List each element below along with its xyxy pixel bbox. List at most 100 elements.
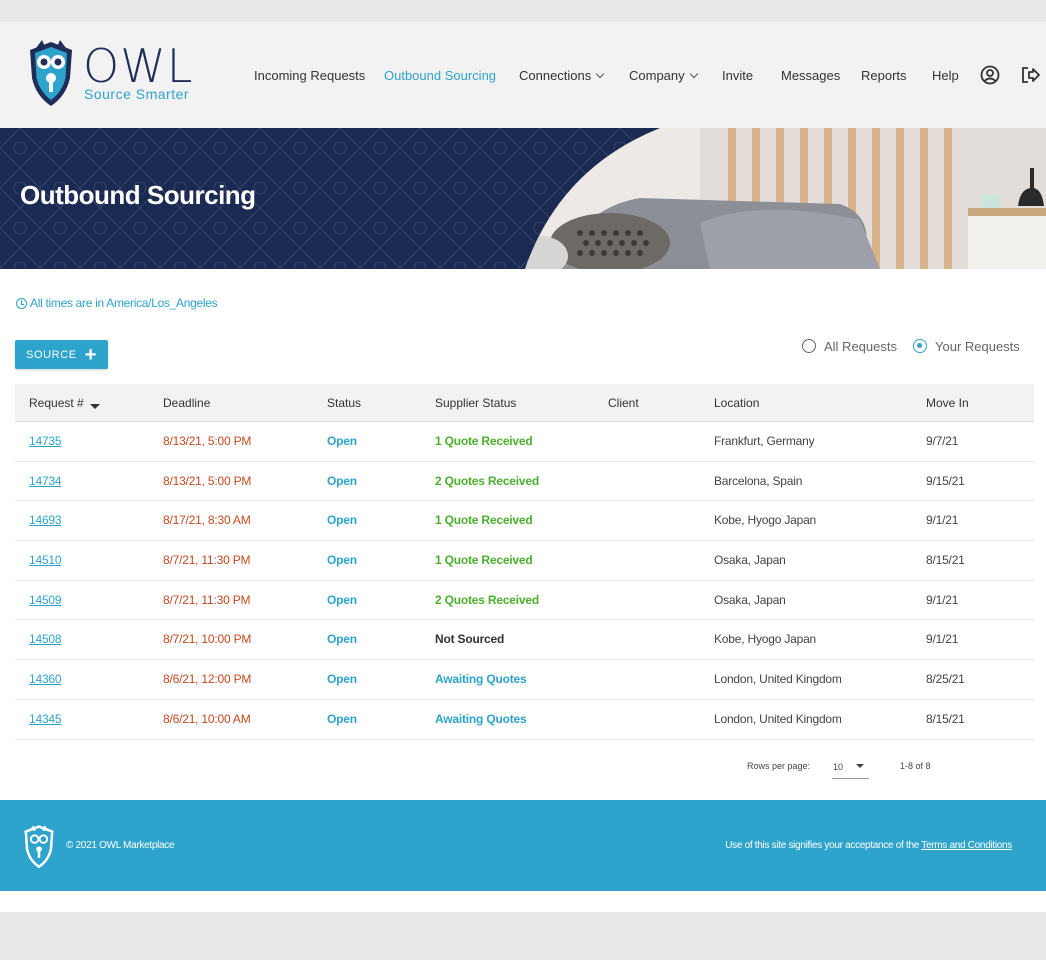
cell-location: Kobe, Hyogo Japan (714, 632, 817, 647)
col-location: Location (714, 396, 760, 410)
nav-company[interactable]: Company (629, 66, 698, 86)
radio-unselected-icon (802, 339, 816, 353)
rows-per-page-select[interactable]: 10 (832, 757, 869, 779)
cell-supplier-status: Awaiting Quotes (435, 711, 527, 726)
table-row: 14509 8/7/21, 11:30 PM Open 2 Quotes Receiv… (15, 581, 1034, 621)
main-content: All times are in America/Los_Angeles SOU… (0, 269, 1046, 800)
cell-request-number[interactable]: 14509 (29, 593, 62, 607)
cell-deadline: 8/7/21, 10:00 PM (163, 632, 252, 647)
cell-move-in: 9/1/21 (926, 513, 959, 528)
owl-logo[interactable]: OWL Source Smarter (26, 38, 196, 110)
cell-move-in: 8/15/21 (926, 711, 965, 726)
cell-deadline: 8/6/21, 12:00 PM (163, 672, 252, 687)
col-supplier-status: Supplier Status (435, 396, 517, 410)
terms-link[interactable]: Terms and Conditions (921, 840, 1012, 851)
table-row: 14693 8/17/21, 8:30 AM Open 1 Quote Receive… (15, 501, 1034, 542)
nav-help[interactable]: Help (932, 66, 959, 86)
cell-status: Open (327, 672, 357, 687)
radio-your-requests[interactable]: Your Requests (913, 337, 1020, 354)
cell-deadline: 8/13/21, 5:00 PM (163, 473, 252, 488)
col-request-number[interactable]: Request # (29, 396, 100, 410)
nav-messages[interactable]: Messages (781, 66, 840, 86)
cell-supplier-status: Awaiting Quotes (435, 672, 527, 687)
sort-desc-icon[interactable] (89, 404, 100, 409)
cell-request-number[interactable]: 14508 (29, 632, 62, 646)
cell-supplier-status: 1 Quote Received (435, 553, 533, 568)
col-deadline: Deadline (163, 396, 211, 410)
cell-request-number[interactable]: 14735 (29, 434, 62, 448)
cell-status: Open (327, 473, 357, 488)
cell-status: Open (327, 513, 357, 528)
site-footer: © 2021 OWL Marketplace Use of this site … (0, 800, 1046, 891)
cell-location: Barcelona, Spain (714, 473, 803, 488)
bottom-strip (0, 891, 1046, 912)
page-title: Outbound Sourcing (20, 180, 256, 210)
site-header: OWL Source Smarter Incoming Requests Out… (0, 22, 1046, 128)
nav-reports[interactable]: Reports (861, 66, 907, 86)
cell-location: Frankfurt, Germany (714, 434, 815, 448)
footer-copyright: © 2021 OWL Marketplace (66, 840, 175, 851)
col-status: Status (327, 396, 362, 410)
cell-location: Kobe, Hyogo Japan (714, 513, 817, 528)
table-row: 14734 8/13/21, 5:00 PM Open 2 Quotes Receiv… (15, 462, 1034, 502)
cell-request-number[interactable]: 14360 (29, 672, 62, 686)
chevron-down-icon (689, 69, 698, 79)
cell-status: Open (327, 553, 357, 568)
dropdown-caret-icon (856, 764, 864, 768)
cell-move-in: 9/1/21 (926, 632, 959, 647)
cell-request-number[interactable]: 14693 (29, 513, 62, 527)
source-button[interactable]: SOURCE + (15, 340, 108, 369)
top-strip (0, 0, 1046, 22)
cell-supplier-status: 1 Quote Received (435, 513, 533, 528)
table-row: 14510 8/7/21, 11:30 PM Open 1 Quote Receive… (15, 541, 1034, 581)
nav-outbound-sourcing[interactable]: Outbound Sourcing (384, 66, 496, 86)
pagination-range: 1-8 of 8 (900, 761, 931, 771)
cell-supplier-status: 1 Quote Received (435, 434, 533, 448)
table-row: 14360 8/6/21, 12:00 PM Open Awaiting Quotes… (15, 660, 1034, 700)
cell-status: Open (327, 592, 357, 607)
account-icon[interactable] (979, 64, 1001, 86)
cell-location: Osaka, Japan (714, 553, 786, 568)
requests-table: Request # Deadline Status Supplier Statu… (15, 384, 1034, 740)
clock-icon (16, 298, 27, 309)
logo-tagline: Source Smarter (84, 86, 190, 102)
table-header: Request # Deadline Status Supplier Statu… (15, 384, 1034, 422)
cell-move-in: 8/25/21 (926, 672, 965, 687)
nav-incoming-requests[interactable]: Incoming Requests (254, 66, 365, 86)
col-client: Client (608, 396, 639, 410)
cell-request-number[interactable]: 14734 (29, 474, 62, 488)
cell-deadline: 8/13/21, 5:00 PM (163, 434, 252, 448)
cell-supplier-status: 2 Quotes Received (435, 592, 539, 607)
table-row: 14345 8/6/21, 10:00 AM Open Awaiting Quotes… (15, 700, 1034, 740)
table-body: 14735 8/13/21, 5:00 PM Open 1 Quote Receive… (15, 422, 1034, 740)
radio-selected-icon (913, 339, 927, 353)
footer-terms: Use of this site signifies your acceptan… (725, 840, 1012, 851)
cell-status: Open (327, 434, 357, 448)
cell-status: Open (327, 632, 357, 647)
rows-per-page-value: 10 (833, 762, 844, 772)
cell-deadline: 8/7/21, 11:30 PM (163, 592, 251, 607)
cell-location: Osaka, Japan (714, 592, 786, 607)
page-banner: Outbound Sourcing (0, 128, 1046, 269)
cell-request-number[interactable]: 14510 (29, 553, 62, 567)
footer-owl-icon (24, 825, 54, 868)
col-move-in: Move In (926, 396, 969, 410)
nav-connections[interactable]: Connections (519, 66, 605, 86)
nav-invite[interactable]: Invite (722, 66, 753, 86)
cell-move-in: 9/15/21 (926, 473, 965, 488)
rows-per-page-label: Rows per page: (747, 761, 811, 771)
radio-all-requests[interactable]: All Requests (802, 337, 897, 354)
cell-deadline: 8/6/21, 10:00 AM (163, 711, 251, 726)
cell-status: Open (327, 711, 357, 726)
logout-icon[interactable] (1019, 64, 1041, 86)
cell-location: London, United Kingdom (714, 672, 842, 687)
cell-request-number[interactable]: 14345 (29, 712, 62, 726)
cell-move-in: 9/7/21 (926, 434, 959, 448)
table-row: 14508 8/7/21, 10:00 PM Open Not Sourced Kobe… (15, 620, 1034, 661)
plus-icon: + (84, 343, 97, 366)
table-row: 14735 8/13/21, 5:00 PM Open 1 Quote Receive… (15, 422, 1034, 462)
cell-move-in: 9/1/21 (926, 592, 959, 607)
cell-location: London, United Kingdom (714, 711, 842, 726)
chevron-down-icon (596, 69, 605, 79)
cell-move-in: 8/15/21 (926, 553, 965, 568)
